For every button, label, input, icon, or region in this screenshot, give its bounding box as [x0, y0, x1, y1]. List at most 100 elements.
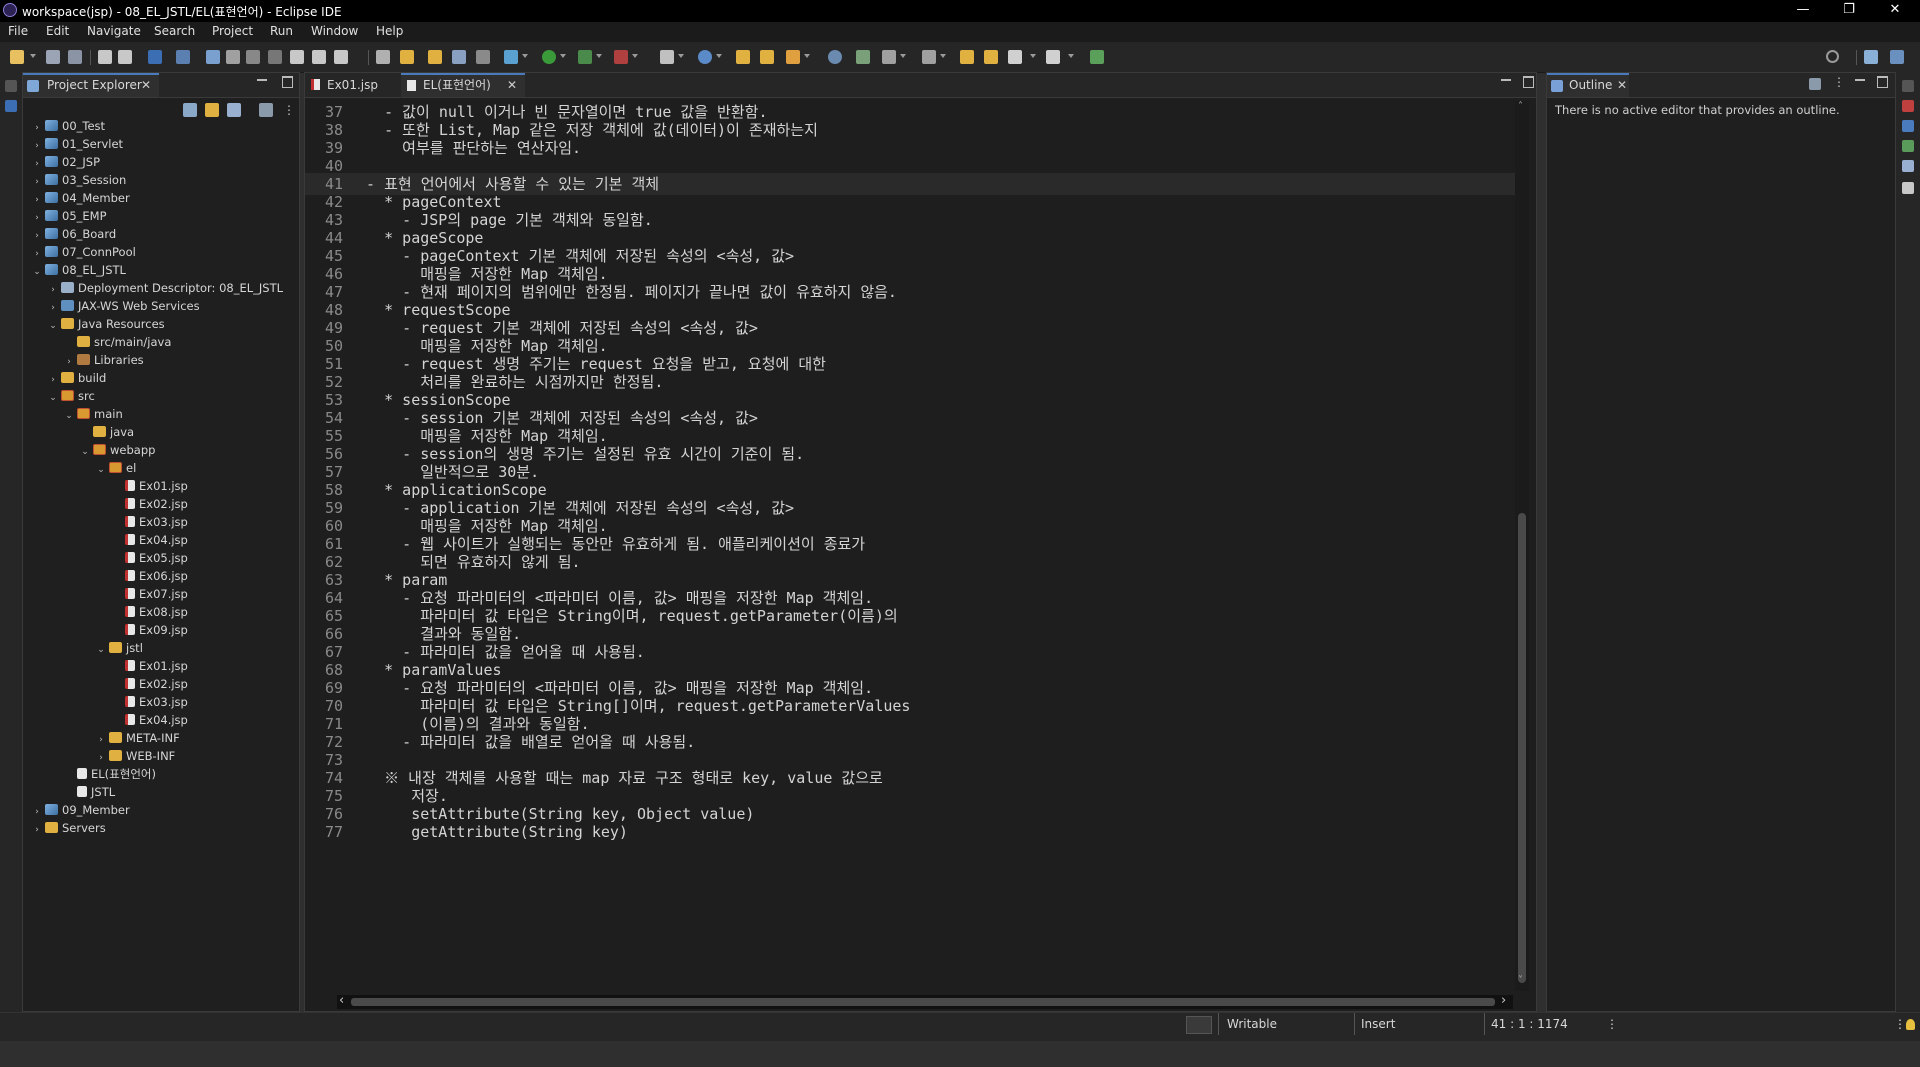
tree-item[interactable]: › META-INF — [95, 729, 180, 747]
tree-item[interactable]: › 06_Board — [31, 225, 116, 243]
debug-icon[interactable] — [504, 50, 518, 64]
navigate-forward-dropdown-icon[interactable] — [1068, 54, 1074, 58]
tree-item[interactable]: Ex04.jsp — [111, 531, 188, 549]
coverage-icon[interactable] — [578, 50, 592, 64]
tree-item[interactable]: › build — [47, 369, 106, 387]
back-arrow-icon[interactable] — [960, 50, 974, 64]
tree-item[interactable]: java — [79, 423, 134, 441]
maximize-button[interactable]: ❐ — [1826, 0, 1872, 22]
close-window-button[interactable]: ✕ — [1872, 0, 1918, 22]
servers-icon[interactable] — [1902, 120, 1914, 132]
horizontal-scroll-thumb[interactable] — [351, 998, 1495, 1006]
tree-item[interactable]: › 04_Member — [31, 189, 130, 207]
web-browser-icon[interactable] — [698, 50, 712, 64]
tree-item[interactable]: › WEB-INF — [95, 747, 175, 765]
save-all-icon[interactable] — [68, 50, 82, 64]
minimize-outline-icon[interactable] — [1855, 79, 1865, 81]
search-icon[interactable] — [1826, 50, 1839, 63]
outline-menu-icon[interactable]: ⋮ — [1833, 75, 1845, 89]
menu-search[interactable]: Search — [154, 24, 195, 38]
undo-icon[interactable] — [98, 50, 112, 64]
chevron-down-icon[interactable]: ⌄ — [95, 641, 107, 659]
input-method-icon[interactable] — [1186, 1016, 1212, 1034]
tab-outline[interactable]: Outline ✕ — [1547, 73, 1629, 97]
new-dropdown-icon[interactable] — [30, 54, 36, 58]
tree-item[interactable]: EL(표현언어) — [63, 765, 156, 783]
show-whitespace-icon[interactable] — [476, 50, 490, 64]
tree-item[interactable]: ⌄ webapp — [79, 441, 155, 459]
navigate-forward-icon[interactable] — [1046, 50, 1060, 64]
tree-item[interactable]: › 00_Test — [31, 117, 105, 135]
tree-item[interactable]: › 05_EMP — [31, 207, 106, 225]
block-selection-icon[interactable] — [428, 50, 442, 64]
tip-bulb-icon[interactable] — [1906, 1019, 1915, 1030]
tree-item[interactable]: › Deployment Descriptor: 08_EL_JSTL — [47, 279, 283, 297]
status-menu-icon[interactable]: ⋮ — [1894, 1013, 1906, 1041]
scroll-up-icon[interactable]: ˄ — [1518, 101, 1523, 112]
menu-project[interactable]: Project — [212, 24, 253, 38]
focus-outline-icon[interactable] — [1809, 78, 1821, 90]
chevron-right-icon[interactable]: › — [31, 821, 43, 839]
tree-item[interactable]: › 01_Servlet — [31, 135, 123, 153]
external-tools-dropdown-icon[interactable] — [632, 54, 638, 58]
prev-annotation-icon[interactable] — [882, 50, 896, 64]
snippets-icon[interactable] — [1902, 160, 1914, 172]
tree-item[interactable]: ⌄ main — [63, 405, 123, 423]
tree-item[interactable]: Ex09.jsp — [111, 621, 188, 639]
last-edit-icon[interactable] — [922, 50, 936, 64]
tree-item[interactable]: › 07_ConnPool — [31, 243, 136, 261]
skip-breakpoints-icon[interactable] — [176, 50, 190, 64]
new-icon[interactable] — [10, 50, 24, 64]
menu-edit[interactable]: Edit — [46, 24, 69, 38]
annotation-dropdown-icon[interactable] — [900, 54, 906, 58]
chevron-down-icon[interactable]: ⌄ — [79, 443, 91, 461]
minimize-view-icon[interactable] — [257, 79, 267, 81]
code-line[interactable]: 77 getAttribute(String key) — [305, 821, 1515, 843]
problems-icon[interactable] — [1902, 100, 1914, 112]
horizontal-scrollbar[interactable]: ‹ › — [337, 993, 1513, 1009]
open-perspective-icon[interactable] — [1864, 50, 1878, 64]
close-icon[interactable]: ✕ — [1617, 75, 1627, 96]
annotation-icon[interactable] — [828, 50, 842, 64]
link-with-editor-icon[interactable] — [205, 103, 219, 117]
new-server-dropdown-icon[interactable] — [678, 54, 684, 58]
tab-ex01-jsp[interactable]: Ex01.jsp — [305, 73, 405, 97]
menu-navigate[interactable]: Navigate — [87, 24, 141, 38]
focus-icon[interactable] — [259, 103, 273, 117]
open-type-icon[interactable] — [736, 50, 750, 64]
resume-icon[interactable] — [206, 50, 220, 64]
scroll-down-icon[interactable]: ˅ — [1518, 975, 1523, 986]
menu-window[interactable]: Window — [311, 24, 358, 38]
chevron-down-icon[interactable]: ⌄ — [63, 407, 75, 425]
tree-item[interactable]: Ex05.jsp — [111, 549, 188, 567]
navigate-back-icon[interactable] — [1008, 50, 1022, 64]
tree-item[interactable]: ⌄ jstl — [95, 639, 143, 657]
debug-dropdown-icon[interactable] — [522, 54, 528, 58]
tree-item[interactable]: › Libraries — [63, 351, 143, 369]
vertical-scroll-thumb[interactable] — [1518, 513, 1526, 983]
scroll-left-icon[interactable]: ‹ — [339, 993, 344, 1008]
tree-item[interactable]: Ex01.jsp — [111, 657, 188, 675]
maximize-editor-icon[interactable] — [1523, 76, 1534, 88]
minimize-editor-icon[interactable] — [1501, 79, 1511, 81]
menu-run[interactable]: Run — [270, 24, 293, 38]
code-text-area[interactable]: 37 - 값이 null 이거나 빈 문자열이면 true 값을 반환함. 38 … — [305, 101, 1515, 1067]
redo-icon[interactable] — [118, 50, 132, 64]
status-insert-mode[interactable]: Insert — [1361, 1013, 1395, 1041]
tree-item[interactable]: Ex01.jsp — [111, 477, 188, 495]
tree-item[interactable]: Ex03.jsp — [111, 513, 188, 531]
minimized-view-icon[interactable] — [5, 100, 17, 112]
tree-item[interactable]: › JAX-WS Web Services — [47, 297, 199, 315]
status-menu-icon[interactable]: ⋮ — [1606, 1013, 1618, 1041]
suspend-icon[interactable] — [226, 50, 240, 64]
next-annotation-icon[interactable] — [856, 50, 870, 64]
java-ee-perspective-icon[interactable] — [1890, 50, 1904, 64]
tree-item[interactable]: Ex08.jsp — [111, 603, 188, 621]
toggle-mark-icon[interactable] — [400, 50, 414, 64]
tree-item[interactable]: JSTL — [63, 783, 115, 801]
step-into-icon[interactable] — [290, 50, 304, 64]
tree-item[interactable]: Ex04.jsp — [111, 711, 188, 729]
data-source-icon[interactable] — [1902, 140, 1914, 152]
step-return-icon[interactable] — [334, 50, 348, 64]
external-tools-icon[interactable] — [614, 50, 628, 64]
